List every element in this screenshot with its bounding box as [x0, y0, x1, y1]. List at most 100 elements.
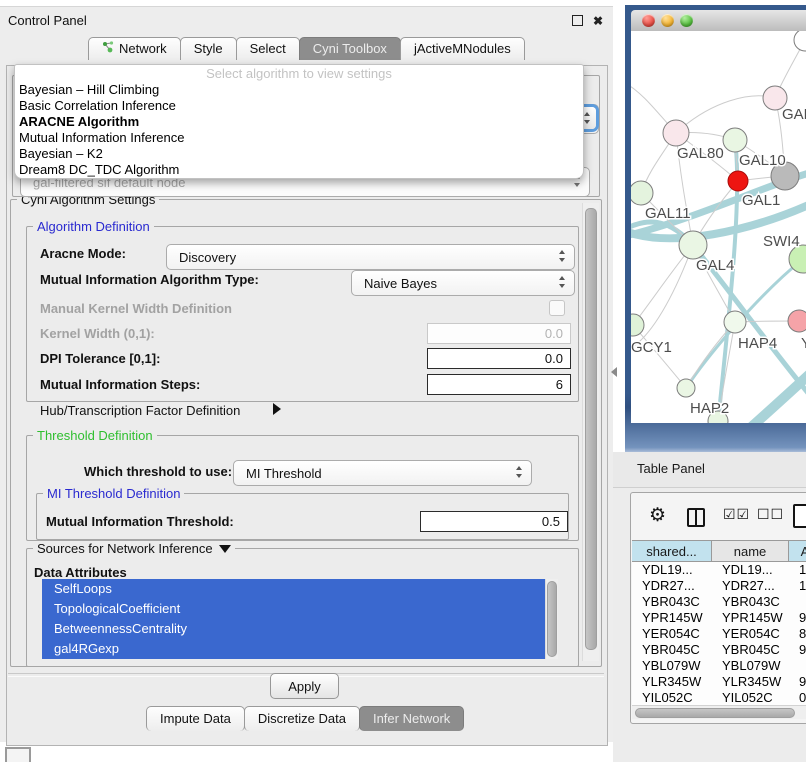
tab-network[interactable]: Network: [88, 37, 181, 60]
attribute-item-gal4rgexp[interactable]: gal4RGexp: [42, 639, 545, 659]
bottom-tab-infer-network[interactable]: Infer Network: [359, 706, 464, 731]
deselect-all-checkbox-icon[interactable]: ☐☐: [757, 506, 784, 523]
network-edge: [676, 96, 775, 133]
table-cell: YPR145W: [712, 610, 789, 626]
table-hscrollbar-thumb[interactable]: [635, 708, 795, 718]
table-cell: YER054C: [712, 626, 789, 642]
tab-select[interactable]: Select: [236, 37, 300, 60]
column-header-shared[interactable]: shared...: [632, 540, 712, 562]
aracne-mode-combo[interactable]: Discovery: [166, 244, 575, 270]
settings-scrollbar-thumb[interactable]: [585, 208, 597, 650]
select-all-checkbox-icon[interactable]: ☑☑: [723, 506, 750, 523]
close-traffic-light-icon[interactable]: [642, 14, 655, 27]
panel-splitter-handle[interactable]: [611, 367, 617, 377]
column-header-a[interactable]: A: [789, 540, 806, 562]
table-row[interactable]: YDR27...YDR27...12: [632, 578, 806, 594]
column-header-name[interactable]: name: [712, 540, 789, 562]
tab-jactivemnodules[interactable]: jActiveMNodules: [400, 37, 525, 60]
manual-kernel-label: Manual Kernel Width Definition: [40, 301, 232, 316]
tab-cyni-toolbox[interactable]: Cyni Toolbox: [299, 37, 401, 60]
algorithm-option-bayesian-hill-climbing[interactable]: Bayesian – Hill Climbing: [15, 82, 583, 98]
table-row[interactable]: YIL052CYIL052C0.: [632, 690, 806, 705]
sources-group-title[interactable]: Sources for Network Inference: [33, 541, 235, 556]
table-row[interactable]: YBR043CYBR043C: [632, 594, 806, 610]
table-row[interactable]: YBR045CYBR045C9.: [632, 642, 806, 658]
table-cell: 9.: [789, 610, 806, 626]
algorithm-option-mutual-information-inference[interactable]: Mutual Information Inference: [15, 130, 583, 146]
manual-kernel-checkbox[interactable]: [549, 300, 565, 316]
split-view-icon[interactable]: [687, 508, 705, 527]
new-file-icon[interactable]: [793, 504, 806, 528]
table-cell: YIL052C: [712, 690, 789, 705]
node-gal80[interactable]: [663, 120, 689, 146]
network-canvas[interactable]: GALGAL80GAL10GAL1GAL11GAL4SWI4HAP4YGCY1H…: [631, 31, 806, 423]
control-panel-title: Control Panel: [8, 13, 87, 28]
node-gcy1[interactable]: [631, 314, 644, 336]
node-label-y: Y: [801, 335, 806, 352]
attribute-item-betweennesscentrality[interactable]: BetweennessCentrality: [42, 619, 545, 639]
algorithm-option-aracne-algorithm[interactable]: ARACNE Algorithm: [15, 114, 583, 130]
table-row[interactable]: YER054CYER054C8.: [632, 626, 806, 642]
bottom-tabs: Impute DataDiscretize DataInfer Network: [146, 706, 463, 731]
mi-steps-field[interactable]: 6: [427, 374, 571, 395]
dpi-tolerance-field[interactable]: 0.0: [427, 348, 571, 369]
sources-group-title-text: Sources for Network Inference: [37, 541, 213, 556]
hub-section-label[interactable]: Hub/Transcription Factor Definition: [40, 403, 240, 418]
popup-items: Bayesian – Hill ClimbingBasic Correlatio…: [15, 82, 583, 178]
table-row[interactable]: YBL079WYBL079W: [632, 658, 806, 674]
attributes-scrollbar-thumb[interactable]: [547, 581, 557, 657]
table-row[interactable]: YDL19...YDL19...13: [632, 562, 806, 578]
kernel-width-field[interactable]: 0.0: [427, 323, 571, 344]
node-gal4[interactable]: [679, 231, 707, 259]
table-row[interactable]: YLR345WYLR345W9.: [632, 674, 806, 690]
table-cell: YDR27...: [712, 578, 789, 594]
attribute-item-selfloops[interactable]: SelfLoops: [42, 579, 545, 599]
table-cell: YDR27...: [632, 578, 712, 594]
table-cell: YLR345W: [712, 674, 789, 690]
collapse-right-icon[interactable]: [273, 403, 281, 415]
which-threshold-value: MI Threshold: [234, 466, 515, 481]
settings-scrollbar[interactable]: [582, 203, 599, 661]
node-hap2[interactable]: [677, 379, 695, 397]
attributes-scrollbar[interactable]: [545, 579, 558, 659]
minimized-panel-box[interactable]: [5, 747, 31, 762]
mi-type-value: Naive Bayes: [352, 276, 558, 291]
network-edge-teal: [749, 371, 806, 423]
table-hscrollbar[interactable]: [632, 705, 806, 719]
network-window-titlebar[interactable]: [631, 10, 806, 32]
main-tabs: NetworkStyleSelectCyni ToolboxjActiveMNo…: [88, 37, 524, 60]
float-icon[interactable]: [572, 15, 583, 26]
table-cell: YDL19...: [632, 562, 712, 578]
tab-style[interactable]: Style: [180, 37, 237, 60]
network-icon: [102, 38, 114, 60]
dpi-tolerance-label: DPI Tolerance [0,1]:: [40, 351, 160, 366]
node-y-clipped[interactable]: [788, 310, 806, 332]
bottom-tab-discretize-data[interactable]: Discretize Data: [244, 706, 360, 731]
table-row[interactable]: YPR145WYPR145W9.: [632, 610, 806, 626]
table-cell: YBR043C: [632, 594, 712, 610]
node-label-gal: GAL: [782, 106, 806, 123]
settings-gear-icon[interactable]: ⚙: [649, 504, 666, 527]
mi-threshold-field[interactable]: 0.5: [420, 511, 568, 532]
node-hap4[interactable]: [724, 311, 746, 333]
close-icon[interactable]: ✖: [593, 14, 603, 28]
algorithm-option-bayesian-k2[interactable]: Bayesian – K2: [15, 146, 583, 162]
minimize-traffic-light-icon[interactable]: [661, 14, 674, 27]
apply-button[interactable]: Apply: [270, 673, 339, 699]
node-gal11[interactable]: [631, 181, 653, 205]
table-cell: 12: [789, 578, 806, 594]
zoom-traffic-light-icon[interactable]: [680, 14, 693, 27]
node-unlabeled-top[interactable]: [794, 31, 806, 51]
which-threshold-combo[interactable]: MI Threshold: [233, 460, 532, 486]
collapse-down-icon[interactable]: [219, 545, 231, 553]
table-cell: YIL052C: [632, 690, 712, 705]
node-gal1[interactable]: [728, 171, 748, 191]
mi-type-combo[interactable]: Naive Bayes: [351, 270, 575, 296]
attribute-item-topologicalcoefficient[interactable]: TopologicalCoefficient: [42, 599, 545, 619]
algorithm-option-dream8-dc-tdc-algorithm[interactable]: Dream8 DC_TDC Algorithm: [15, 162, 583, 178]
node-gal10[interactable]: [723, 128, 747, 152]
algorithm-option-basic-correlation-inference[interactable]: Basic Correlation Inference: [15, 98, 583, 114]
combo-arrows-icon: [515, 465, 523, 482]
bottom-tab-impute-data[interactable]: Impute Data: [146, 706, 245, 731]
data-attributes-list: SelfLoopsTopologicalCoefficientBetweenne…: [42, 579, 545, 659]
